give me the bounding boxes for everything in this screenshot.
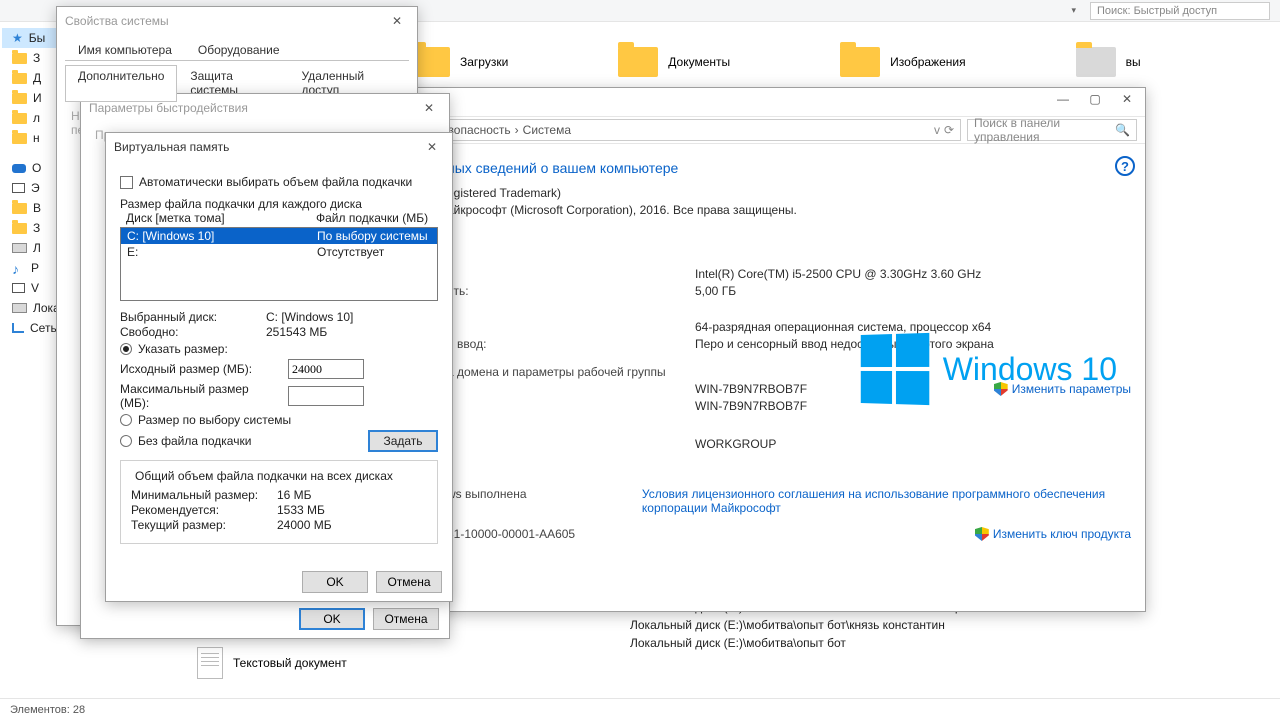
explorer-search[interactable]: Поиск: Быстрый доступ	[1090, 2, 1270, 20]
max-size-label: Максимальный размер (МБ):	[120, 382, 280, 410]
chevron-down-icon[interactable]: ▾	[1071, 5, 1076, 16]
virtual-memory-dialog: Виртуальная память ✕ Автоматически выбир…	[105, 132, 453, 602]
initial-size-input[interactable]	[288, 359, 364, 379]
lib-vy[interactable]: вы	[1076, 42, 1141, 82]
change-product-key-link[interactable]: Изменить ключ продукта	[975, 527, 1131, 541]
text-document-item[interactable]: Текстовый документ	[197, 647, 347, 679]
tab-computer-name[interactable]: Имя компьютера	[65, 39, 185, 61]
maximize-button[interactable]: ▢	[1079, 88, 1111, 110]
license-terms-link[interactable]: Условия лицензионного соглашения на испо…	[642, 487, 1129, 515]
close-button[interactable]: ✕	[1111, 88, 1143, 110]
control-panel-search[interactable]: Поиск в панели управления 🔍	[967, 119, 1137, 141]
radio-icon	[120, 343, 132, 355]
close-button[interactable]: ✕	[417, 98, 441, 118]
cancel-button[interactable]: Отмена	[373, 608, 439, 630]
explorer-statusbar: Элементов: 28	[0, 698, 1280, 720]
text-file-icon	[197, 647, 223, 679]
change-settings-link[interactable]: Изменить параметры	[994, 382, 1131, 396]
page-title: ных сведений о вашем компьютере	[447, 160, 1129, 176]
drives-listbox[interactable]: C: [Windows 10]По выбору системы E:Отсут…	[120, 227, 438, 301]
initial-size-label: Исходный размер (МБ):	[120, 362, 280, 376]
lib-pictures[interactable]: Изображения	[840, 42, 965, 82]
tab-hardware[interactable]: Оборудование	[185, 39, 293, 61]
cancel-button[interactable]: Отмена	[376, 571, 442, 593]
close-button[interactable]: ✕	[385, 11, 409, 31]
close-button[interactable]: ✕	[420, 137, 444, 157]
dialog-title: Параметры быстродействия	[89, 101, 248, 115]
recent-file[interactable]: Локальный диск (E:)\мобитва\опыт бот	[630, 636, 1000, 654]
max-size-input[interactable]	[288, 386, 364, 406]
system-managed-radio[interactable]: Размер по выбору системы	[120, 413, 438, 427]
radio-icon	[120, 435, 132, 447]
drive-row[interactable]: E:Отсутствует	[121, 244, 437, 260]
set-button[interactable]: Задать	[368, 430, 438, 452]
group-label: Общий объем файла подкачки на всех диска…	[131, 469, 397, 483]
recent-file[interactable]: Локальный диск (E:)\мобитва\опыт бот\кня…	[630, 618, 1000, 636]
custom-size-radio[interactable]: Указать размер:	[120, 342, 438, 356]
radio-icon	[120, 414, 132, 426]
shield-icon	[994, 382, 1008, 396]
tab-advanced[interactable]: Дополнительно	[65, 65, 177, 102]
drive-row[interactable]: C: [Windows 10]По выбору системы	[121, 228, 437, 244]
minimize-button[interactable]: —	[1047, 88, 1079, 110]
ok-button[interactable]: OK	[302, 571, 368, 593]
dialog-title: Виртуальная память	[114, 140, 229, 154]
lib-documents[interactable]: Документы	[618, 42, 730, 82]
chevron-down-icon[interactable]: v	[934, 123, 940, 137]
tab-row-1: Имя компьютера Оборудование	[65, 39, 409, 61]
breadcrumb[interactable]: езопасность › Система v ⟳	[435, 119, 961, 141]
shield-icon	[975, 527, 989, 541]
ok-button[interactable]: OK	[299, 608, 365, 630]
lib-downloads[interactable]: Загрузки	[410, 42, 508, 82]
no-paging-file-radio[interactable]: Без файла подкачки	[120, 434, 251, 448]
checkbox-icon	[120, 176, 133, 189]
totals-group: Общий объем файла подкачки на всех диска…	[120, 460, 438, 544]
auto-manage-checkbox[interactable]: Автоматически выбирать объем файла подка…	[120, 175, 438, 189]
search-icon: 🔍	[1115, 123, 1130, 137]
refresh-icon[interactable]: ⟳	[944, 123, 954, 137]
group-label: Размер файла подкачки для каждого диска	[120, 197, 438, 211]
dialog-title: Свойства системы	[65, 14, 169, 28]
